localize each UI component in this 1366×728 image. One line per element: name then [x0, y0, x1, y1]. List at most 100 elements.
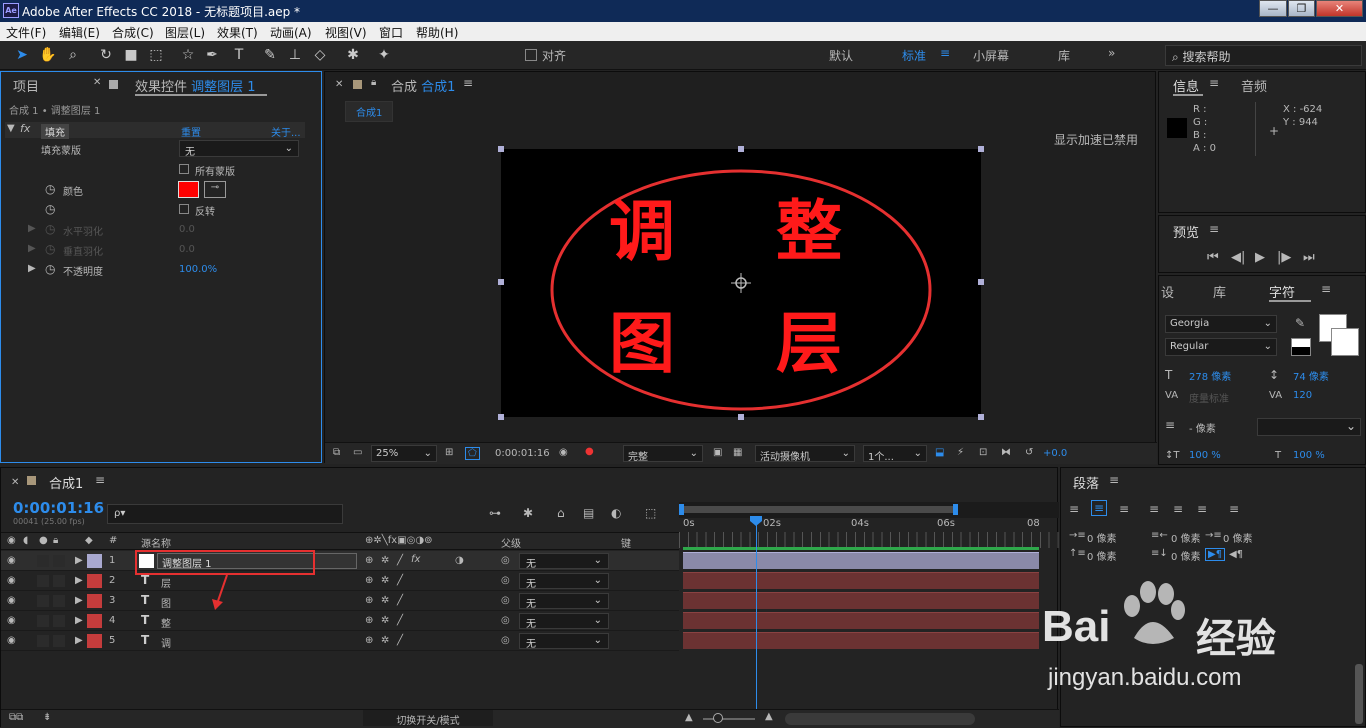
frame-blending-icon[interactable]: ▤ [583, 506, 594, 520]
timeline-tab[interactable]: 合成1 [49, 473, 83, 492]
zoom-tool-icon[interactable]: ⌕ [63, 45, 83, 65]
eyedropper-icon[interactable]: ✎ [1295, 316, 1305, 330]
views-dropdown[interactable]: 1个... ⌄ [863, 445, 927, 463]
tab-library[interactable]: 库 [1213, 282, 1226, 301]
comp-settings-icon[interactable]: ⧉⧉ [9, 712, 23, 723]
panel-menu-icon[interactable]: ≡ [1209, 76, 1219, 90]
ltr-direction-icon[interactable]: ▶¶ [1205, 548, 1226, 561]
layer-duration-bar[interactable] [683, 612, 1039, 629]
lock-icon[interactable]: 🔒︎ [371, 77, 376, 88]
eye-icon[interactable]: ◉ [7, 575, 16, 586]
opacity-value[interactable]: 100.0% [179, 264, 217, 275]
menu-view[interactable]: 视图(V) [325, 24, 367, 41]
indent-left-value[interactable]: 0 像素 [1087, 530, 1117, 545]
exposure-value[interactable]: +0.0 [1043, 448, 1067, 459]
layer-duration-bar[interactable] [683, 632, 1039, 649]
fx-header-row[interactable]: ▼ fx 填充 重置 关于... [5, 122, 305, 139]
workspace-menu-icon[interactable]: ≡ [940, 46, 950, 60]
monitor-icon[interactable]: ▭ [353, 447, 362, 458]
v-feather-value[interactable]: 0.0 [179, 244, 195, 255]
reset-exposure-icon[interactable]: ↺ [1025, 447, 1033, 458]
eraser-tool-icon[interactable]: ◇ [310, 45, 330, 65]
toggle-switches-modes[interactable]: 切换开关/模式 [363, 710, 493, 727]
rtl-direction-icon[interactable]: ◀¶ [1229, 549, 1243, 560]
pickwhip-icon[interactable]: ◎ [501, 635, 510, 646]
justify-right-icon[interactable]: ≡ [1197, 502, 1207, 516]
layer-name[interactable]: 整 [161, 615, 171, 630]
overflow-chevron-icon[interactable]: » [1108, 46, 1115, 60]
label-color[interactable] [87, 554, 102, 568]
all-masks-checkbox[interactable] [179, 164, 189, 174]
solo-icon[interactable]: ● [39, 535, 48, 546]
close-button[interactable]: ✕ [1316, 0, 1363, 17]
minimize-button[interactable]: — [1259, 0, 1287, 17]
parent-dropdown[interactable]: 无 ⌄ [519, 593, 609, 610]
zoom-dropdown[interactable]: 25% ⌄ [371, 445, 437, 462]
timeline-icon[interactable]: ⊡ [979, 447, 987, 458]
solo-toggle[interactable] [37, 615, 49, 627]
layer-search-input[interactable]: ρ▾ [107, 504, 343, 524]
clone-stamp-tool-icon[interactable]: ⊥ [285, 45, 305, 65]
disclosure-icon[interactable]: ▶ [28, 263, 36, 274]
eye-icon[interactable]: ◉ [7, 555, 16, 566]
menu-file[interactable]: 文件(F) [6, 24, 46, 41]
lock-toggle[interactable] [53, 555, 65, 567]
collapse-switch-icon[interactable]: ✲ [381, 575, 389, 586]
shy-switch-icon[interactable]: ⊕ [365, 635, 373, 646]
disclosure-icon[interactable]: ▶ [75, 615, 83, 626]
menu-effect[interactable]: 效果(T) [217, 24, 258, 41]
expand-icon[interactable]: ⇟ [43, 712, 51, 723]
table-row[interactable]: ◉ ▶ 1 调整图层 1 ⊕ ✲ ╱ fx ◑ ◎ 无 ⌄ [1, 551, 679, 571]
shy-switch-icon[interactable]: ⊕ [365, 555, 373, 566]
table-row[interactable]: ◉ ▶ 2 T 层 ⊕ ✲ ╱ ◎ 无 ⌄ [1, 571, 679, 591]
shape-tool-icon[interactable]: ☆ [178, 45, 198, 65]
kerning-value[interactable]: 度量标准 [1189, 390, 1229, 405]
roto-brush-tool-icon[interactable]: ✱ [343, 45, 363, 65]
rotate-tool-icon[interactable]: ↻ [96, 45, 116, 65]
selection-tool-icon[interactable]: ➤ [12, 45, 32, 65]
help-search-input[interactable]: ⌕ 搜索帮助 [1165, 45, 1362, 66]
timecode-display[interactable]: 0:00:01:16 [495, 448, 550, 459]
comp-tab[interactable]: 合成 合成1 [391, 76, 455, 95]
table-row[interactable]: ◉ ▶ 4 T 整 ⊕ ✲ ╱ ◎ 无 ⌄ [1, 611, 679, 631]
tab-close-icon[interactable]: ✕ [93, 77, 101, 88]
pickwhip-icon[interactable]: ◎ [501, 615, 510, 626]
zoom-in-icon[interactable]: ▲ [765, 711, 773, 722]
tab-settings[interactable]: 设 [1161, 282, 1174, 301]
stopwatch-icon[interactable]: ◷ [45, 182, 55, 196]
fill-mask-dropdown[interactable]: 无 ⌄ [179, 140, 299, 158]
color-swatch[interactable] [178, 181, 199, 198]
space-after-value[interactable]: 0 像素 [1171, 548, 1201, 563]
comp-canvas[interactable]: 调 整 图 层 [497, 144, 987, 424]
menu-layer[interactable]: 图层(L) [165, 24, 205, 41]
hand-tool-icon[interactable]: ✋ [38, 45, 58, 65]
font-style-dropdown[interactable]: Regular ⌄ [1165, 338, 1277, 356]
collapse-switch-icon[interactable]: ✲ [381, 595, 389, 606]
timeline-scrollbar[interactable] [785, 713, 975, 725]
label-color[interactable] [87, 574, 102, 588]
first-frame-icon[interactable]: ⏮ [1207, 250, 1219, 265]
col-source-name[interactable]: 源名称 [141, 535, 171, 550]
layer-duration-bar[interactable] [683, 572, 1039, 589]
fast-preview-icon[interactable]: ⚡ [957, 447, 964, 458]
workspace-default[interactable]: 默认 [829, 47, 853, 64]
default-colors-icon[interactable] [1291, 338, 1311, 356]
tab-effect-controls[interactable]: 效果控件 调整图层 1 [135, 76, 256, 95]
h-feather-value[interactable]: 0.0 [179, 224, 195, 235]
eyedropper-icon[interactable]: ⊸ [204, 181, 226, 198]
eye-icon[interactable]: ◉ [7, 635, 16, 646]
time-ruler[interactable]: 0s 02s 04s 06s 08 [679, 518, 1059, 548]
disclosure-icon[interactable]: ▶ [75, 595, 83, 606]
align-center-icon[interactable]: ≡ [1091, 500, 1108, 516]
align-left-icon[interactable]: ≡ [1069, 502, 1079, 516]
solo-toggle[interactable] [37, 555, 49, 567]
tab-close-icon[interactable]: ✕ [11, 477, 19, 488]
disclosure-icon[interactable]: ▶ [75, 635, 83, 646]
work-area-start-handle[interactable] [679, 504, 684, 515]
panel-menu-icon[interactable]: ≡ [1109, 473, 1119, 487]
panel-menu-icon[interactable]: ≡ [463, 76, 473, 90]
workspace-libraries[interactable]: 库 [1058, 47, 1070, 64]
about-link[interactable]: 关于... [271, 124, 301, 139]
collapse-switch-icon[interactable]: ✲ [381, 555, 389, 566]
region-icon[interactable]: ▣ [713, 447, 722, 458]
